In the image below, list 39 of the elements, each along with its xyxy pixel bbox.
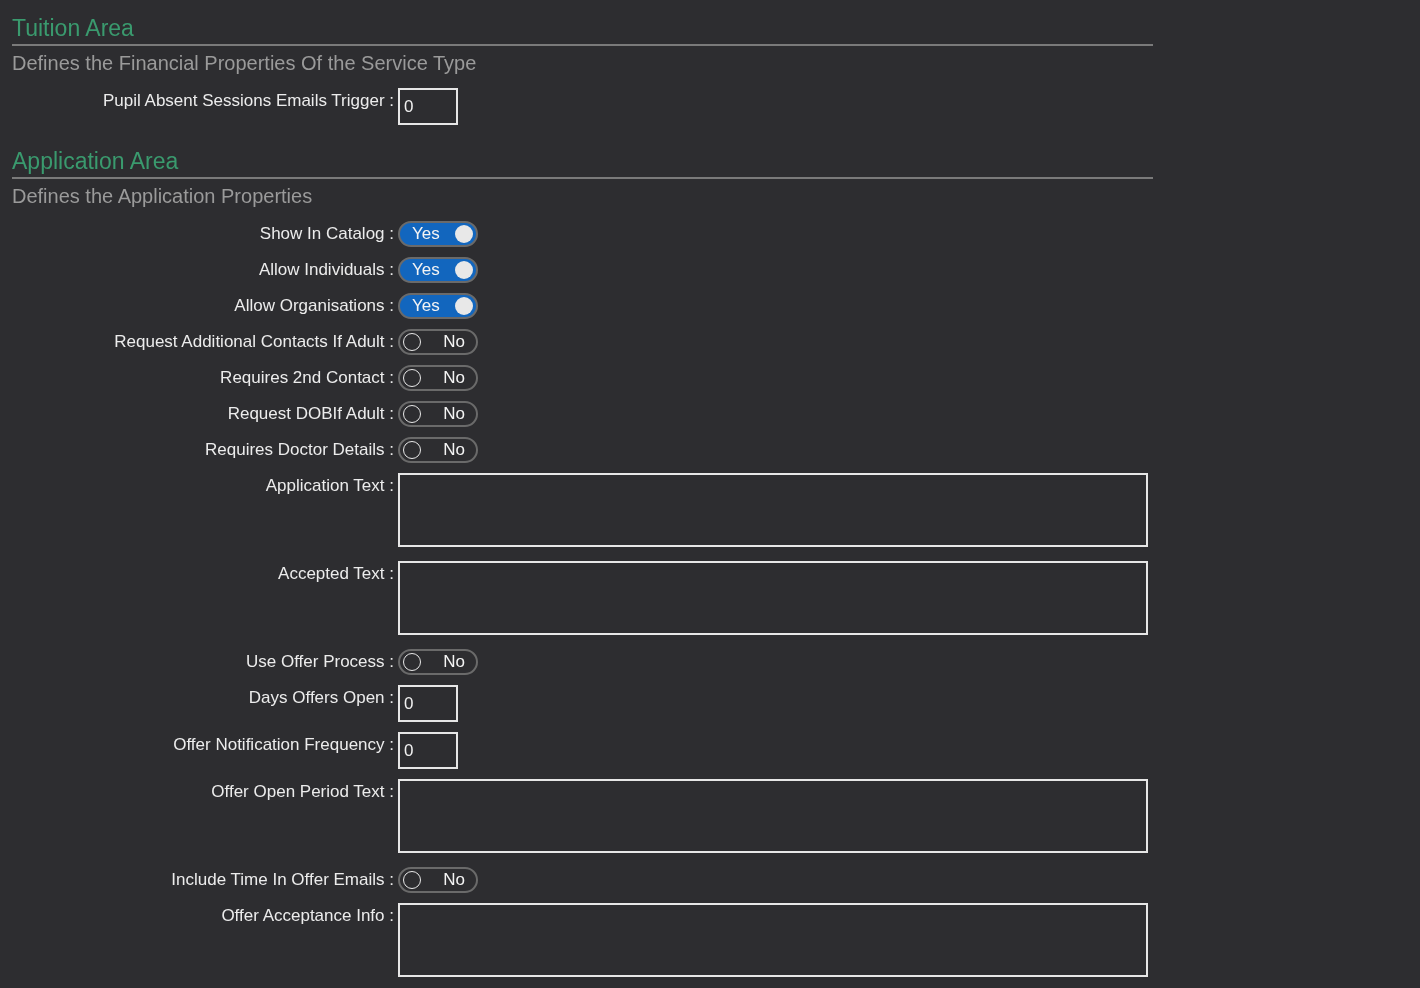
field-label: Offer Notification Frequency : — [173, 734, 395, 756]
toggle-switch[interactable]: No — [398, 365, 478, 391]
number-field[interactable]: 0 — [398, 732, 458, 769]
toggle-knob — [455, 261, 473, 279]
toggle-switch[interactable]: No — [398, 329, 478, 355]
field-label: Pupil Absent Sessions Emails Trigger : — [102, 90, 395, 112]
toggle-switch[interactable]: No — [398, 401, 478, 427]
field-label: Allow Individuals : — [258, 259, 395, 281]
section-subtitle: Defines the Application Properties — [12, 184, 314, 209]
section-title: Application Area — [12, 147, 1153, 179]
number-field[interactable]: 0 — [398, 88, 458, 125]
section-subtitle: Defines the Financial Properties Of the Service Type — [12, 51, 478, 76]
toggle-switch[interactable]: Yes — [398, 293, 478, 319]
field-label: Offer Acceptance Info : — [221, 905, 395, 927]
toggle-switch[interactable]: No — [398, 867, 478, 893]
section-title: Tuition Area — [12, 14, 1153, 46]
field-label: Request Additional Contacts If Adult : — [114, 331, 395, 353]
field-label: Allow Organisations : — [234, 295, 395, 317]
text-area[interactable] — [398, 561, 1148, 635]
field-label: Include Time In Offer Emails : — [171, 869, 395, 891]
toggle-knob — [455, 297, 473, 315]
toggle-knob — [455, 225, 473, 243]
text-area[interactable] — [398, 903, 1148, 977]
field-label: Requires 2nd Contact : — [220, 367, 395, 389]
field-label: Offer Open Period Text : — [211, 781, 395, 803]
toggle-switch[interactable]: No — [398, 437, 478, 463]
toggle-switch[interactable]: Yes — [398, 257, 478, 283]
field-label: Request DOBIf Adult : — [227, 403, 395, 425]
field-label: Accepted Text : — [278, 563, 395, 585]
field-label: Use Offer Process : — [246, 651, 395, 673]
field-label: Requires Doctor Details : — [205, 439, 395, 461]
number-field[interactable]: 0 — [398, 685, 458, 722]
field-label: Application Text : — [265, 475, 395, 497]
toggle-switch[interactable]: No — [398, 649, 478, 675]
field-label: Days Offers Open : — [248, 687, 395, 709]
text-area[interactable] — [398, 473, 1148, 547]
toggle-switch[interactable]: Yes — [398, 221, 478, 247]
field-label: Show In Catalog : — [259, 223, 395, 245]
text-area[interactable] — [398, 779, 1148, 853]
